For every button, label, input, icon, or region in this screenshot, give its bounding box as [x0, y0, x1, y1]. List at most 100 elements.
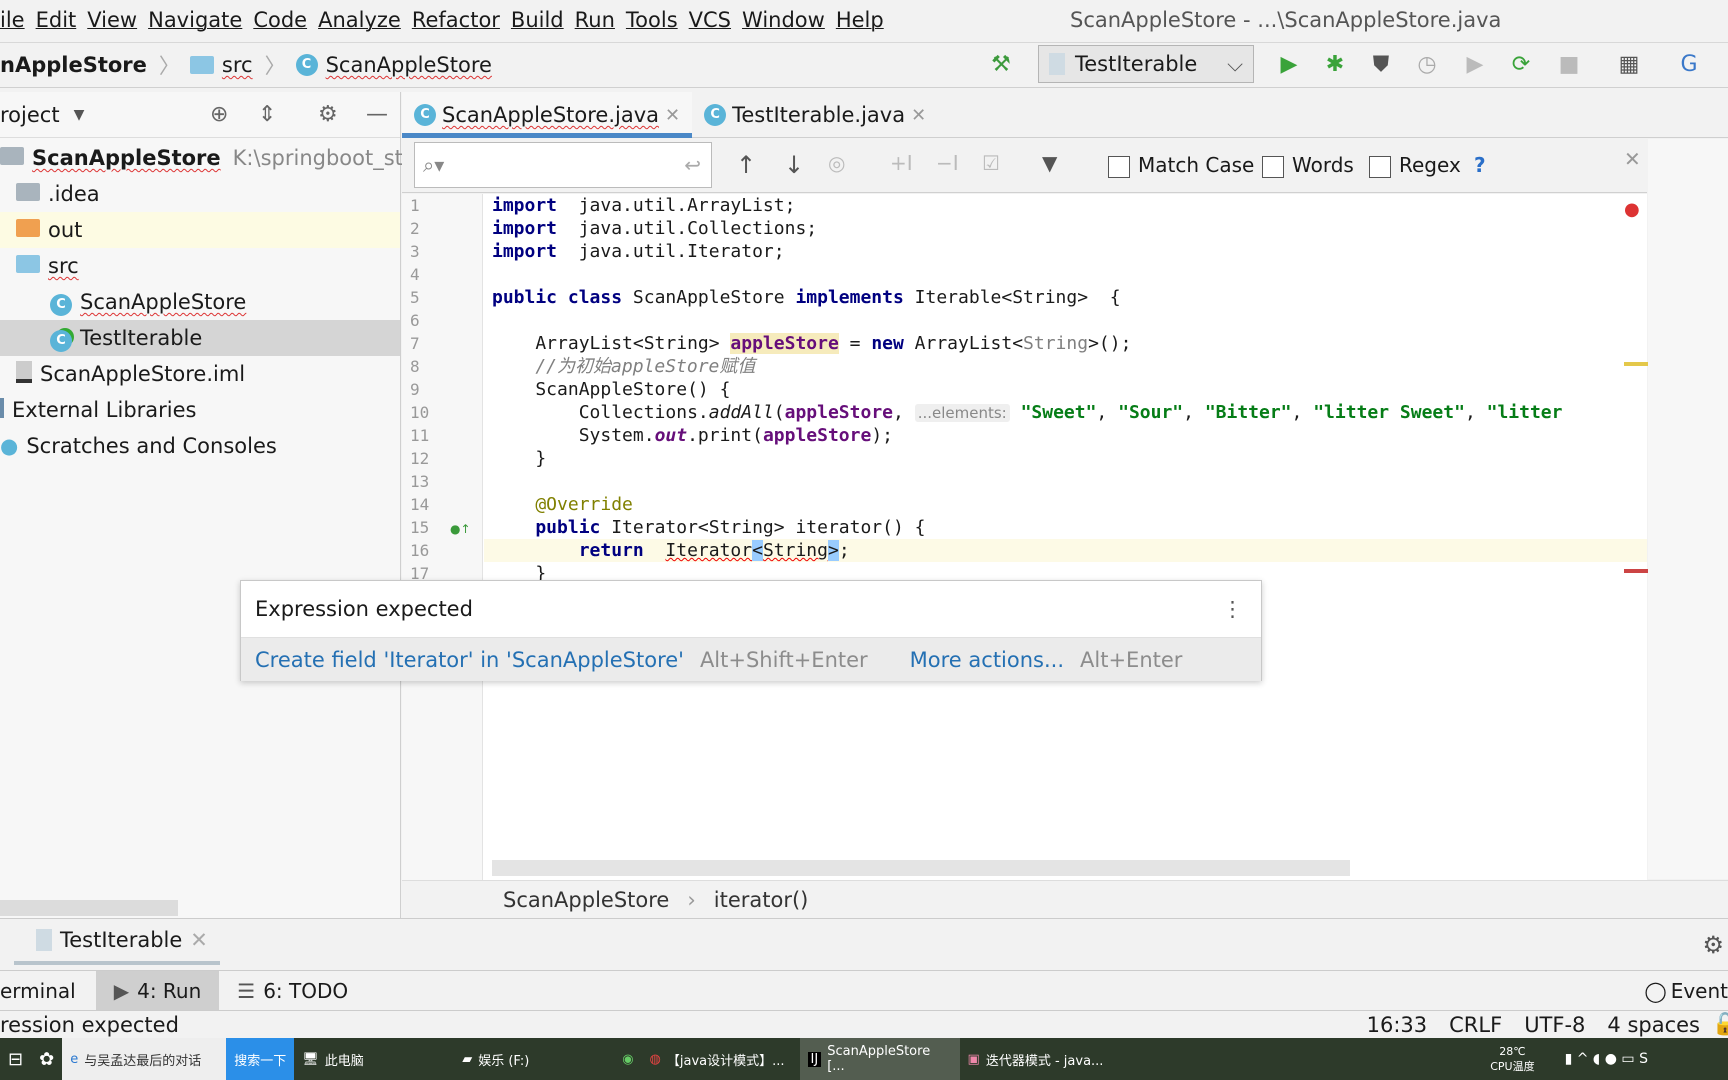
indent-setting[interactable]: 4 spaces — [1607, 1013, 1700, 1037]
close-icon[interactable]: ✕ — [190, 928, 208, 952]
breadcrumb-project[interactable]: nAppleStore — [0, 53, 147, 77]
taskbar-item-computer[interactable]: 🖥 此电脑 — [294, 1038, 454, 1080]
menu-build[interactable]: Build — [505, 8, 575, 32]
run-icon[interactable]: ▶ — [1276, 52, 1302, 78]
lock-icon[interactable]: 🔓 — [1712, 1012, 1728, 1037]
attach-icon[interactable]: ▶ — [1462, 52, 1488, 78]
horizontal-scrollbar[interactable] — [0, 900, 178, 916]
taskbar-item-drive[interactable]: ▰ 娱乐 (F:) — [454, 1038, 614, 1080]
task-view-icon[interactable]: ⊟ — [0, 1038, 31, 1080]
code-line: @Override — [492, 493, 633, 516]
regex-checkbox[interactable]: Regex — [1369, 153, 1461, 178]
error-stripe[interactable] — [1624, 569, 1648, 573]
help-link[interactable]: ? — [1474, 153, 1486, 177]
tree-item[interactable]: C ScanAppleStore — [0, 284, 400, 320]
line-separator[interactable]: CRLF — [1449, 1013, 1502, 1037]
taskbar-item-browser[interactable]: ▣ 迭代器模式 - java... — [960, 1038, 1112, 1080]
code-editor[interactable]: 1 2 3 4 5 6 7 8 9 10 11 12 13 14 15 16 17 import java.ut… — [402, 194, 1648, 880]
remove-occurrence-icon[interactable]: −I — [936, 151, 959, 175]
menu-view[interactable]: View — [81, 8, 148, 32]
tab-testiterable-java[interactable]: C TestIterable.java ✕ — [692, 92, 938, 138]
gear-icon[interactable]: ⚙ — [318, 102, 338, 127]
caret-position[interactable]: 16:33 — [1367, 1013, 1428, 1037]
menu-help[interactable]: Help — [830, 8, 895, 32]
tree-item[interactable]: C TestIterable — [0, 320, 400, 356]
hide-icon[interactable]: — — [366, 102, 388, 127]
taskbar-item-intellij[interactable]: IJ ScanAppleStore [... — [799, 1038, 960, 1080]
search-input[interactable]: ⌕▾ ↩ — [414, 142, 712, 188]
debug-icon[interactable]: ✱ — [1322, 52, 1348, 78]
warning-stripe[interactable] — [1624, 362, 1648, 366]
menu-tools[interactable]: Tools — [620, 8, 689, 32]
build-hammer-icon[interactable]: ⚒ — [988, 52, 1014, 78]
implements-gutter-icon[interactable]: ●↑ — [450, 522, 471, 536]
project-view-selector[interactable]: roject — [0, 103, 60, 127]
tree-item[interactable]: ScanAppleStore K:\springboot_stuc — [0, 140, 428, 176]
create-field-action[interactable]: Create field 'Iterator' in 'ScanAppleSto… — [255, 648, 684, 672]
tree-item[interactable]: ScanAppleStore.iml — [0, 356, 400, 392]
next-occurrence-icon[interactable]: ↓ — [784, 151, 804, 179]
app-icon[interactable]: ✿ — [31, 1038, 62, 1080]
tree-item[interactable]: src — [0, 248, 400, 284]
breadcrumb-src[interactable]: src — [189, 53, 253, 77]
menu-refactor[interactable]: Refactor — [406, 8, 511, 32]
menu-vcs[interactable]: VCS — [683, 8, 742, 32]
code-token: java.util.ArrayList; — [557, 195, 796, 216]
translate-icon[interactable]: G — [1676, 52, 1702, 78]
tree-item[interactable]: ● Scratches and Consoles — [0, 428, 400, 464]
breadcrumb-method[interactable]: iterator() — [714, 888, 809, 912]
collapse-all-icon[interactable]: ⇕ — [258, 102, 276, 127]
locate-icon[interactable]: ⊕ — [210, 102, 228, 127]
tree-item[interactable]: out — [0, 212, 400, 248]
add-occurrence-icon[interactable]: +I — [890, 151, 913, 175]
breadcrumb-class[interactable]: C ScanAppleStore — [295, 53, 492, 77]
system-tray-icons[interactable]: ▮ ^ ◖ ● ▭ S — [1565, 1051, 1648, 1067]
menu-navigate[interactable]: Navigate — [142, 8, 253, 32]
words-checkbox[interactable]: Words — [1262, 153, 1354, 178]
select-all-occurrences-icon[interactable]: ☑ — [982, 151, 1000, 175]
run-configuration-select[interactable]: TestIterable ⌵ — [1038, 45, 1254, 83]
gear-icon[interactable]: ⚙ — [1702, 931, 1724, 959]
profile-icon[interactable]: ◷ — [1414, 52, 1440, 78]
tree-item[interactable]: External Libraries — [0, 392, 400, 428]
run-tab[interactable]: TestIterable ✕ — [14, 919, 220, 965]
code-line: import java.util.ArrayList; — [492, 194, 795, 217]
menu-run[interactable]: Run — [569, 8, 626, 32]
coverage-icon[interactable]: ⛊ — [1368, 52, 1394, 78]
tab-scanapplestore-java[interactable]: C ScanAppleStore.java ✕ — [402, 92, 693, 138]
tree-item[interactable]: .idea — [0, 176, 400, 212]
line-number: 5 — [410, 288, 420, 307]
taskbar-search[interactable]: e 与吴孟达最后的对话 — [62, 1038, 227, 1080]
error-indicator-icon[interactable]: ● — [1624, 199, 1640, 220]
more-options-icon[interactable]: ⋮ — [1222, 597, 1243, 621]
close-icon[interactable]: ✕ — [1624, 147, 1641, 171]
event-log-tab[interactable]: ◯ Event — [1644, 979, 1728, 1003]
run-tool-tab[interactable]: ▶ 4: Run — [95, 970, 220, 1011]
rerun-icon[interactable]: ⟳ — [1508, 52, 1534, 78]
stop-icon[interactable]: ■ — [1556, 52, 1582, 78]
more-actions-link[interactable]: More actions... — [910, 648, 1064, 672]
menu-code[interactable]: Code — [247, 8, 318, 32]
taskbar-item-chrome[interactable]: ◍ 【java设计模式】... — [642, 1038, 800, 1080]
project-structure-icon[interactable]: ▦ — [1616, 52, 1642, 78]
search-button[interactable]: 搜索一下 — [226, 1038, 295, 1080]
code-token: String — [762, 540, 828, 561]
taskbar-item-app[interactable]: ◉ — [614, 1038, 641, 1080]
todo-tab[interactable]: ☰ 6: TODO — [219, 979, 366, 1003]
match-case-checkbox[interactable]: Match Case — [1108, 153, 1254, 178]
file-encoding[interactable]: UTF-8 — [1524, 1013, 1585, 1037]
find-all-icon[interactable]: ◎ — [828, 151, 845, 175]
editor-horizontal-scrollbar[interactable] — [492, 860, 1350, 876]
close-tab-icon[interactable]: ✕ — [665, 105, 680, 126]
close-tab-icon[interactable]: ✕ — [911, 105, 926, 126]
dropdown-arrow-icon[interactable]: ▼ — [74, 107, 85, 123]
menu-edit[interactable]: Edit — [30, 8, 88, 32]
menu-window[interactable]: Window — [736, 8, 836, 32]
filter-icon[interactable]: ▼ — [1042, 151, 1057, 175]
previous-occurrence-icon[interactable]: ↑ — [736, 151, 756, 179]
breadcrumb-class[interactable]: ScanAppleStore — [503, 888, 669, 912]
line-number: 6 — [410, 311, 420, 330]
terminal-tab[interactable]: erminal — [0, 979, 96, 1003]
menu-analyze[interactable]: Analyze — [312, 8, 412, 32]
new-line-icon[interactable]: ↩ — [684, 153, 701, 177]
